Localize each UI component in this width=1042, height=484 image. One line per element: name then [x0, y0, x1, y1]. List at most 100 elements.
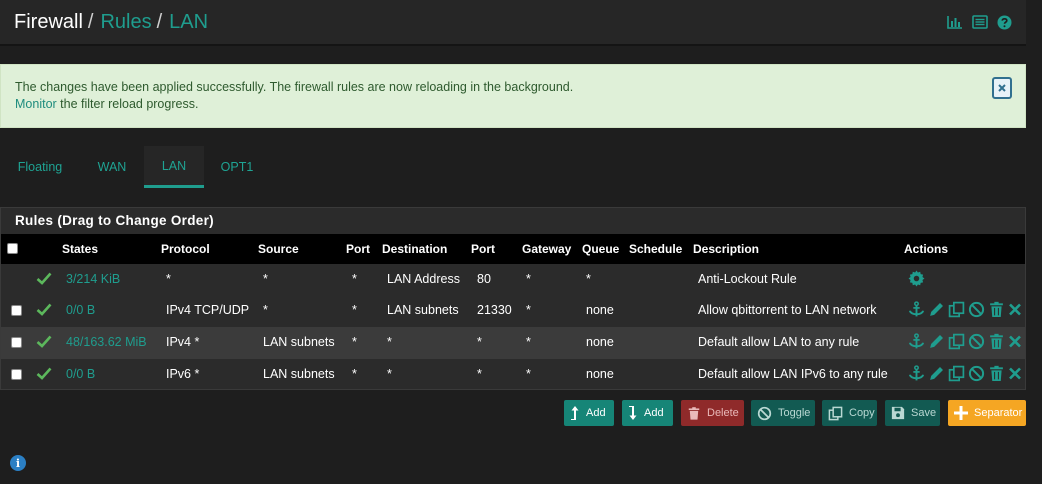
rules-panel: Rules (Drag to Change Order) States Prot…	[0, 207, 1026, 390]
dest-port-value: 80	[477, 272, 491, 286]
edit-pencil-icon[interactable]	[928, 365, 945, 382]
delete-button[interactable]: Delete	[681, 400, 744, 426]
close-icon[interactable]	[1008, 365, 1022, 382]
close-icon[interactable]	[1008, 333, 1022, 350]
source-port-value: *	[352, 303, 357, 317]
add-rule-top-button[interactable]: Add	[564, 400, 614, 426]
copy-icon	[828, 406, 843, 421]
queue-value: *	[586, 272, 591, 286]
destination-value: LAN Address	[387, 272, 460, 286]
col-actions: Actions	[904, 242, 949, 256]
add-separator-button[interactable]: Separator	[948, 400, 1026, 426]
save-icon	[891, 406, 905, 420]
gateway-value: *	[526, 303, 531, 317]
states-value[interactable]: 48/163.62 MiB	[66, 335, 147, 349]
breadcrumb-separator: /	[156, 11, 163, 33]
source-port-value: *	[352, 335, 357, 349]
alert-close-button[interactable]	[992, 77, 1012, 99]
monitor-link[interactable]: Monitor	[15, 97, 57, 111]
info-icon[interactable]: i	[10, 455, 26, 471]
protocol-value: *	[166, 272, 171, 286]
anchor-icon[interactable]	[908, 365, 925, 382]
alert-message-line2: Monitor the filter reload progress.	[15, 97, 198, 111]
trash-icon[interactable]	[988, 301, 1005, 318]
copy-label: Copy	[849, 407, 875, 419]
pass-check-icon	[36, 367, 52, 380]
save-label: Save	[911, 407, 937, 419]
pass-check-icon	[36, 335, 52, 348]
edit-pencil-icon[interactable]	[928, 301, 945, 318]
success-alert: The changes have been applied successful…	[0, 64, 1026, 128]
breadcrumb-lan-link[interactable]: LAN	[169, 11, 208, 33]
anchor-icon[interactable]	[908, 333, 925, 350]
description-value: Anti-Lockout Rule	[698, 272, 797, 286]
disable-icon[interactable]	[968, 301, 985, 318]
tab-floating[interactable]: Floating	[10, 146, 70, 188]
row-checkbox[interactable]	[11, 337, 22, 348]
separator-label: Separator	[974, 407, 1023, 419]
queue-value: none	[586, 335, 614, 349]
close-icon[interactable]	[1008, 301, 1022, 318]
col-source: Source	[258, 242, 299, 256]
source-value: *	[263, 303, 268, 317]
states-value[interactable]: 0/0 B	[66, 303, 95, 317]
row-checkbox[interactable]	[11, 369, 22, 380]
select-all-checkbox[interactable]	[7, 243, 18, 254]
destination-value: *	[387, 367, 392, 381]
destination-value: LAN subnets	[387, 303, 459, 317]
copy-icon[interactable]	[948, 333, 965, 350]
table-row[interactable]: 0/0 B IPv6 * LAN subnets * * * * none De…	[1, 359, 1025, 389]
states-value[interactable]: 0/0 B	[66, 367, 95, 381]
save-button[interactable]: Save	[885, 400, 940, 426]
protocol-value: IPv4 *	[166, 335, 200, 349]
copy-button[interactable]: Copy	[822, 400, 877, 426]
help-icon[interactable]	[997, 15, 1012, 30]
disable-icon[interactable]	[968, 333, 985, 350]
gateway-value: *	[526, 367, 531, 381]
protocol-value: IPv6 *	[166, 367, 200, 381]
trash-icon[interactable]	[988, 333, 1005, 350]
tab-opt1[interactable]: OPT1	[214, 146, 260, 188]
row-checkbox[interactable]	[11, 305, 22, 316]
rule-action-bar: Add Add Delete Toggle Copy Save Separato…	[0, 400, 1042, 426]
add-bottom-label: Add	[644, 407, 664, 419]
add-top-label: Add	[586, 407, 606, 419]
col-destination: Destination	[382, 242, 448, 256]
disable-icon	[757, 406, 772, 421]
source-port-value: *	[352, 367, 357, 381]
chart-icon[interactable]	[947, 15, 963, 30]
description-value: Default allow LAN to any rule	[698, 335, 860, 349]
disable-icon[interactable]	[968, 365, 985, 382]
breadcrumb-firewall: Firewall	[14, 11, 83, 33]
arrow-up-icon	[570, 405, 580, 421]
tab-wan[interactable]: WAN	[90, 146, 134, 188]
page-header: Firewall / Rules / LAN	[0, 0, 1026, 46]
arrow-down-icon	[628, 405, 638, 421]
table-row[interactable]: 48/163.62 MiB IPv4 * LAN subnets * * * *…	[1, 327, 1025, 359]
source-value: *	[263, 272, 268, 286]
table-row[interactable]: 3/214 KiB * * * LAN Address 80 * * Anti-…	[1, 264, 1025, 294]
tab-lan[interactable]: LAN	[144, 146, 204, 188]
toggle-button[interactable]: Toggle	[751, 400, 815, 426]
description-value: Allow qbittorrent to LAN network	[698, 303, 877, 317]
col-gateway: Gateway	[522, 242, 572, 256]
gear-icon[interactable]	[908, 270, 925, 287]
breadcrumb: Firewall / Rules / LAN	[14, 10, 208, 34]
copy-icon[interactable]	[948, 301, 965, 318]
alert-message-rest: the filter reload progress.	[56, 97, 199, 111]
table-row[interactable]: 0/0 B IPv4 TCP/UDP * * LAN subnets 21330…	[1, 294, 1025, 326]
dest-port-value: *	[477, 335, 482, 349]
edit-pencil-icon[interactable]	[928, 333, 945, 350]
source-value: LAN subnets	[263, 335, 335, 349]
toggle-label: Toggle	[778, 407, 811, 419]
list-icon[interactable]	[972, 15, 988, 30]
copy-icon[interactable]	[948, 365, 965, 382]
breadcrumb-rules-link[interactable]: Rules	[100, 11, 151, 33]
source-port-value: *	[352, 272, 357, 286]
plus-icon	[954, 406, 968, 420]
anchor-icon[interactable]	[908, 301, 925, 318]
states-value[interactable]: 3/214 KiB	[66, 272, 120, 286]
dest-port-value: *	[477, 367, 482, 381]
trash-icon[interactable]	[988, 365, 1005, 382]
add-rule-bottom-button[interactable]: Add	[622, 400, 673, 426]
